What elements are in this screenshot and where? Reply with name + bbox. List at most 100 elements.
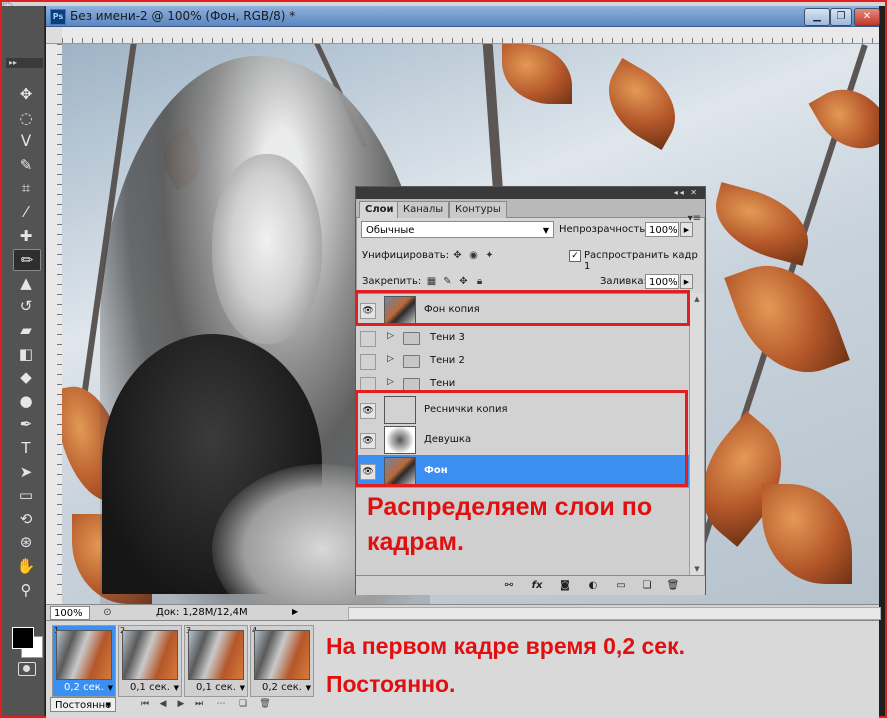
adjustment-layer-icon[interactable]: ◐ <box>586 579 600 592</box>
opacity-slider-toggle[interactable]: ▶ <box>680 222 693 237</box>
quick-mask-icon[interactable] <box>18 662 36 676</box>
visibility-eye-icon[interactable]: 👁︎ <box>360 303 376 319</box>
prev-frame-icon[interactable]: ◀ <box>156 698 170 711</box>
visibility-eye-icon[interactable]: 👁︎ <box>360 464 376 480</box>
brush-tool-icon[interactable]: ✏ <box>13 249 41 272</box>
lock-position-icon[interactable]: ✥ <box>458 276 469 287</box>
horizontal-ruler[interactable] <box>62 27 879 44</box>
scroll-down-icon[interactable]: ▼ <box>690 563 704 575</box>
frame-delay[interactable]: 0,1 сек. <box>188 682 244 693</box>
chevron-down-icon[interactable]: ▼ <box>174 684 179 692</box>
new-layer-icon[interactable]: ❏ <box>640 579 654 592</box>
minimize-icon[interactable]: ▁ <box>804 8 830 26</box>
document-title-bar[interactable]: Ps Без имени-2 @ 100% (Фон, RGB/8) * ▁ ❐… <box>46 6 880 27</box>
frame-delay[interactable]: 0,2 сек. <box>56 682 112 693</box>
first-frame-icon[interactable]: ⏮ <box>138 698 152 711</box>
tab-channels[interactable]: Каналы <box>397 201 450 218</box>
eraser-tool-icon[interactable]: ▰ <box>13 320 39 340</box>
tab-layers[interactable]: Слои <box>359 201 400 218</box>
lock-pixels-icon[interactable]: ✎ <box>442 276 453 287</box>
layer-row[interactable]: 👁︎ Девушка <box>356 425 689 456</box>
trash-icon[interactable]: 🗑︎ <box>666 579 680 592</box>
frame-delay[interactable]: 0,2 сек. <box>254 682 310 693</box>
vertical-ruler[interactable] <box>46 44 63 604</box>
hand-tool-icon[interactable]: ✋ <box>13 556 39 576</box>
layer-mask-icon[interactable]: ◙ <box>558 579 572 592</box>
scroll-up-icon[interactable]: ▲ <box>690 293 704 305</box>
new-group-icon[interactable]: ▭ <box>614 579 628 592</box>
unify-position-icon[interactable]: ✥ <box>452 250 463 261</box>
link-layers-icon[interactable]: ⚯ <box>502 579 516 592</box>
chevron-down-icon[interactable]: ▼ <box>306 684 311 692</box>
document-size[interactable]: Док: 1,28M/12,4M <box>156 607 248 618</box>
move-tool-icon[interactable]: ✥ <box>13 84 39 104</box>
restore-icon[interactable]: ❐ <box>830 8 852 26</box>
pen-tool-icon[interactable]: ✒ <box>13 414 39 434</box>
lasso-tool-icon[interactable]: ᐯ <box>13 131 39 151</box>
expand-group-icon[interactable]: ▷ <box>387 377 394 387</box>
animation-frame[interactable]: 30,1 сек.▼ <box>184 625 248 697</box>
animation-frame[interactable]: 10,2 сек.▼ <box>52 625 116 697</box>
history-brush-icon[interactable]: ↺ <box>13 296 39 316</box>
unify-visibility-icon[interactable]: ◉ <box>468 250 479 261</box>
visibility-eye-icon[interactable] <box>360 376 376 393</box>
tween-icon[interactable]: ⋯ <box>214 698 228 711</box>
shape-tool-icon[interactable]: ▭ <box>13 485 39 505</box>
lock-all-icon[interactable]: 🔒︎ <box>474 276 485 287</box>
loop-select[interactable]: Постоянно ▼ <box>50 697 116 712</box>
expand-group-icon[interactable]: ▷ <box>387 331 394 341</box>
panel-header[interactable]: ◂◂ ✕ <box>356 187 705 199</box>
foreground-color-swatch[interactable] <box>12 627 34 649</box>
layer-row[interactable]: 👁︎ Фон копия <box>356 294 689 327</box>
blend-mode-select[interactable]: Обычные ▼ <box>361 221 554 238</box>
chevron-down-icon[interactable]: ▼ <box>240 684 245 692</box>
3d-orbit-icon[interactable]: ⊛ <box>13 532 39 552</box>
path-selection-icon[interactable]: ➤ <box>13 462 39 482</box>
marquee-tool-icon[interactable]: ◌ <box>13 108 39 128</box>
status-menu-arrow[interactable]: ▶ <box>292 607 298 616</box>
3d-rotate-icon[interactable]: ⟲ <box>13 509 39 529</box>
play-icon[interactable]: ▶ <box>174 698 188 711</box>
zoom-field[interactable]: 100% <box>50 606 90 620</box>
animation-frame[interactable]: 40,2 сек.▼ <box>250 625 314 697</box>
visibility-eye-icon[interactable]: 👁︎ <box>360 403 376 419</box>
propagate-frame-checkbox[interactable]: ✓ <box>569 250 581 262</box>
dodge-tool-icon[interactable]: ● <box>13 391 39 411</box>
delete-frame-icon[interactable]: 🗑︎ <box>258 698 272 711</box>
opacity-input[interactable]: 100% <box>645 222 679 237</box>
frame-delay[interactable]: 0,1 сек. <box>122 682 178 693</box>
layer-row[interactable]: ▷ Тени <box>356 372 689 396</box>
chevron-down-icon[interactable]: ▼ <box>108 684 113 692</box>
lock-transparency-icon[interactable]: ▦ <box>426 276 437 287</box>
next-frame-icon[interactable]: ⏭ <box>192 698 206 711</box>
fill-input[interactable]: 100% <box>645 274 679 289</box>
zoom-preview-icon[interactable]: ⊙ <box>102 607 113 618</box>
tab-paths[interactable]: Контуры <box>449 201 507 218</box>
fx-icon[interactable]: fx <box>530 579 544 592</box>
visibility-eye-icon[interactable] <box>360 330 376 347</box>
layer-row[interactable]: ▷ Тени 3 <box>356 326 689 350</box>
layer-row[interactable]: 👁︎ Фон <box>356 455 689 488</box>
quick-selection-icon[interactable]: ✎ <box>13 155 39 175</box>
toolbox-collapse[interactable]: ▸▸ <box>6 58 43 68</box>
gradient-tool-icon[interactable]: ◧ <box>13 344 39 364</box>
fill-slider-toggle[interactable]: ▶ <box>680 274 693 289</box>
duplicate-frame-icon[interactable]: ❏ <box>236 698 250 711</box>
crop-tool-icon[interactable]: ⌗ <box>13 178 39 198</box>
animation-frame[interactable]: 20,1 сек.▼ <box>118 625 182 697</box>
zoom-tool-icon[interactable]: ⚲ <box>13 580 39 600</box>
horizontal-scrollbar[interactable] <box>348 607 881 620</box>
layer-row[interactable]: ▷ Тени 2 <box>356 349 689 373</box>
expand-group-icon[interactable]: ▷ <box>387 354 394 364</box>
clone-stamp-icon[interactable]: ▲ <box>13 273 39 293</box>
unify-style-icon[interactable]: ✦ <box>484 250 495 261</box>
visibility-eye-icon[interactable] <box>360 353 376 370</box>
layer-row[interactable]: 👁︎ Реснички копия <box>356 395 689 426</box>
visibility-eye-icon[interactable]: 👁︎ <box>360 433 376 449</box>
close-icon[interactable]: ✕ <box>854 8 880 26</box>
panel-collapse-close[interactable]: ◂◂ ✕ <box>674 187 699 199</box>
blur-tool-icon[interactable]: ◆ <box>13 367 39 387</box>
type-tool-icon[interactable]: T <box>13 438 39 458</box>
healing-brush-icon[interactable]: ✚ <box>13 226 39 246</box>
eyedropper-icon[interactable]: ⁄ <box>13 202 39 222</box>
